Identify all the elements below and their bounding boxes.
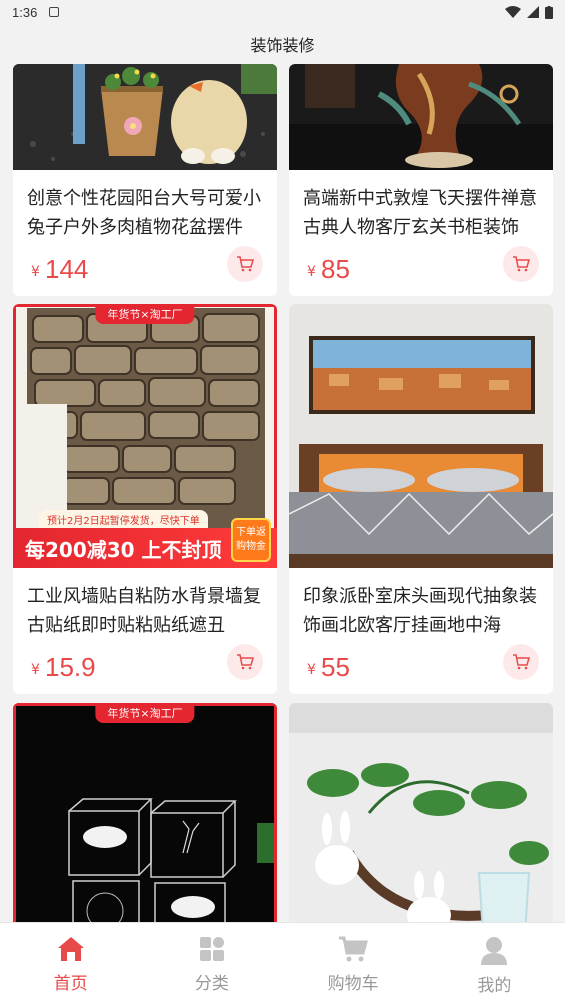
tab-home[interactable]: 首页: [0, 923, 141, 1004]
tab-profile[interactable]: 我的: [424, 923, 565, 1004]
cart-icon: [513, 256, 530, 272]
product-image[interactable]: 年货节×淘工厂: [13, 703, 277, 922]
product-feed[interactable]: 创意个性花园阳台大号可爱小兔子户外多肉植物花盆摆件 ¥ 144 高端新中式敦煌飞…: [0, 64, 565, 922]
currency-symbol: ¥: [31, 662, 40, 678]
add-to-cart-button[interactable]: [503, 644, 539, 680]
product-card[interactable]: 创意个性花园阳台大号可爱小兔子户外多肉植物花盆摆件 ¥ 144: [13, 64, 277, 296]
bottom-tab-bar: 首页 分类 购物车 我的: [0, 922, 565, 1004]
category-icon: [199, 937, 224, 961]
currency-symbol: ¥: [307, 662, 316, 678]
wifi-icon: [505, 6, 521, 18]
product-image[interactable]: [289, 64, 553, 170]
tab-label: 购物车: [327, 974, 379, 994]
page-header: 装饰装修: [0, 24, 565, 64]
product-price: 144: [45, 254, 89, 284]
add-to-cart-button[interactable]: [227, 644, 263, 680]
status-bar: 1:36: [0, 0, 565, 24]
cashback-badge: 下单返购物金: [231, 518, 271, 562]
product-title[interactable]: 创意个性花园阳台大号可爱小兔子户外多肉植物花盆摆件: [13, 184, 277, 242]
battery-icon: [545, 5, 553, 19]
home-icon: [57, 937, 84, 961]
product-price: 55: [321, 652, 350, 682]
event-tag: 年货节×淘工厂: [95, 703, 195, 723]
shipping-notice: 预计2月2日起暂停发货，尽快下单: [39, 510, 208, 528]
cart-icon: [339, 936, 369, 962]
status-time: 1:36: [12, 4, 38, 20]
currency-symbol: ¥: [31, 264, 40, 280]
product-image[interactable]: [289, 703, 553, 922]
product-card[interactable]: 高端新中式敦煌飞天摆件禅意古典人物客厅玄关书柜装饰 ¥ 85: [289, 64, 553, 296]
tab-category[interactable]: 分类: [141, 923, 282, 1004]
cart-icon: [513, 654, 530, 670]
add-to-cart-button[interactable]: [503, 246, 539, 282]
product-price: 85: [321, 254, 350, 284]
cart-icon: [237, 256, 254, 272]
signal-icon: [527, 6, 539, 18]
product-image[interactable]: [13, 64, 277, 170]
add-to-cart-button[interactable]: [227, 246, 263, 282]
product-card[interactable]: [289, 703, 553, 922]
price-row: ¥ 144: [13, 242, 277, 296]
product-title[interactable]: 高端新中式敦煌飞天摆件禅意古典人物客厅玄关书柜装饰: [289, 184, 553, 242]
product-card[interactable]: 年货节×淘工厂 预计2月2日起暂停发货，尽快下单 每200减30 上不封顶 下单…: [13, 304, 277, 694]
tab-label: 分类: [194, 974, 229, 994]
price-row: ¥ 85: [289, 242, 553, 296]
price-row: ¥ 15.9: [13, 640, 277, 694]
product-price: 15.9: [45, 652, 96, 682]
product-image[interactable]: 年货节×淘工厂 预计2月2日起暂停发货，尽快下单 每200减30 上不封顶 下单…: [13, 304, 277, 568]
product-card[interactable]: 年货节×淘工厂: [13, 703, 277, 922]
status-icons: [505, 5, 553, 19]
price-row: ¥ 55: [289, 640, 553, 694]
product-card[interactable]: 印象派卧室床头画现代抽象装饰画北欧客厅挂画地中海 ¥ 55: [289, 304, 553, 694]
product-title[interactable]: 工业风墙贴自粘防水背景墙复古贴纸即时贴粘贴纸遮丑: [13, 582, 277, 640]
page-title: 装饰装修: [250, 36, 315, 55]
event-tag: 年货节×淘工厂: [95, 304, 195, 324]
profile-icon: [481, 937, 508, 965]
currency-symbol: ¥: [307, 264, 316, 280]
product-title[interactable]: 印象派卧室床头画现代抽象装饰画北欧客厅挂画地中海: [289, 582, 553, 640]
tab-label: 我的: [477, 976, 512, 996]
tab-label: 首页: [53, 974, 88, 994]
notification-icon: [49, 7, 60, 17]
tab-cart[interactable]: 购物车: [283, 923, 424, 1004]
cart-icon: [237, 654, 254, 670]
product-image[interactable]: [289, 304, 553, 568]
